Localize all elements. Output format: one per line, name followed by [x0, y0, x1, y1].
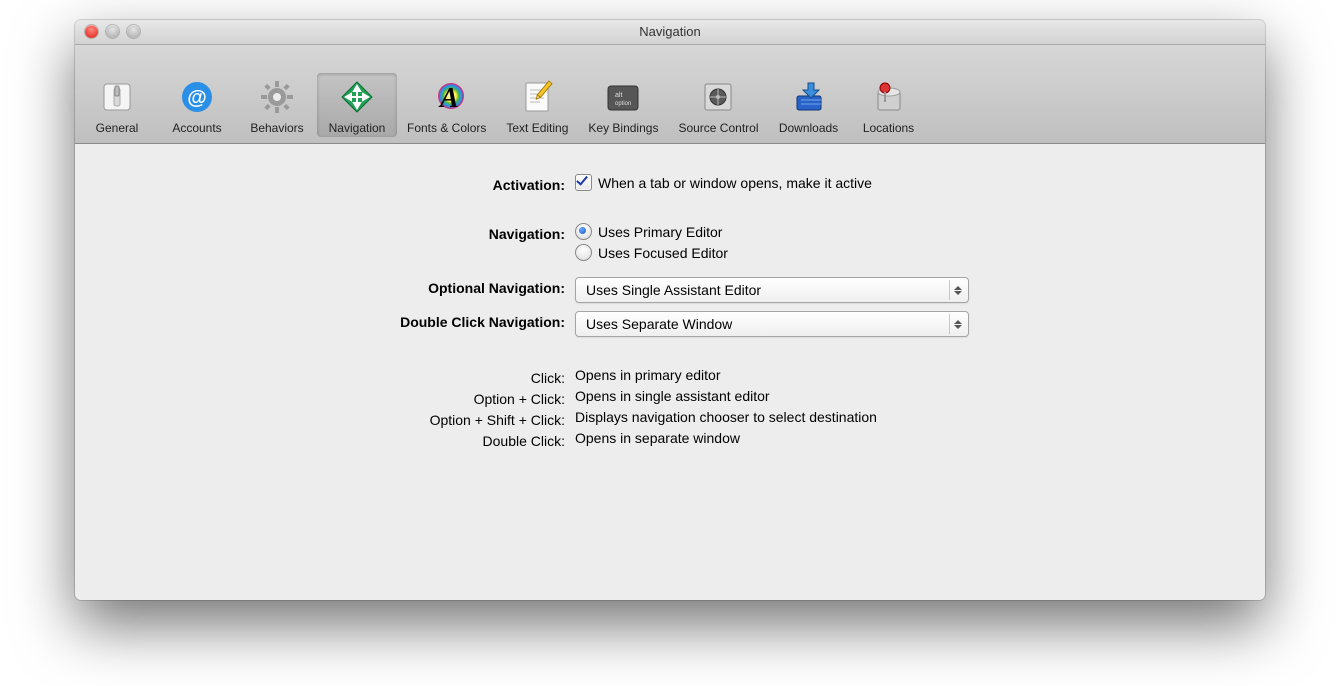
preferences-window: Navigation General @ Accounts	[75, 20, 1265, 600]
radio-uses-focused-editor[interactable]: Uses Focused Editor	[575, 244, 1225, 261]
tab-accounts[interactable]: @ Accounts	[157, 73, 237, 137]
tab-locations[interactable]: Locations	[849, 73, 929, 137]
row-activation: Activation: When a tab or window opens, …	[115, 174, 1225, 193]
radio-uses-primary-editor[interactable]: Uses Primary Editor	[575, 223, 1225, 240]
hint-row: Option + Click: Opens in single assistan…	[115, 388, 1225, 407]
radio-icon	[575, 244, 592, 261]
window-title: Navigation	[639, 24, 700, 39]
hints-section: Click: Opens in primary editor Option + …	[115, 367, 1225, 449]
titlebar: Navigation	[75, 20, 1265, 45]
tab-navigation[interactable]: Navigation	[317, 73, 397, 137]
tab-label: General	[96, 121, 139, 135]
close-button[interactable]	[85, 25, 98, 38]
stepper-arrows-icon	[949, 314, 966, 334]
tab-label: Source Control	[678, 121, 758, 135]
double-click-navigation-popup[interactable]: Uses Separate Window	[575, 311, 969, 337]
svg-text:A: A	[438, 83, 459, 114]
tab-source-control[interactable]: Source Control	[668, 73, 768, 137]
radio-label: Uses Primary Editor	[598, 224, 722, 240]
hint-label: Click:	[115, 367, 575, 386]
text-editing-icon	[519, 79, 555, 115]
content-pane: Activation: When a tab or window opens, …	[75, 144, 1265, 481]
svg-text:option: option	[615, 101, 631, 107]
tab-fonts-colors[interactable]: A Fonts & Colors	[397, 73, 496, 137]
tab-label: Behaviors	[250, 121, 303, 135]
zoom-button[interactable]	[127, 25, 140, 38]
tab-text-editing[interactable]: Text Editing	[496, 73, 578, 137]
switch-icon	[99, 79, 135, 115]
tab-label: Downloads	[779, 121, 838, 135]
tab-label: Navigation	[329, 121, 386, 135]
at-icon: @	[179, 79, 215, 115]
row-optional-navigation: Optional Navigation: Uses Single Assista…	[115, 277, 1225, 303]
gear-icon	[259, 79, 295, 115]
activation-checkbox[interactable]: When a tab or window opens, make it acti…	[575, 174, 1225, 191]
hint-row: Double Click: Opens in separate window	[115, 430, 1225, 449]
checkbox-label: When a tab or window opens, make it acti…	[598, 175, 872, 191]
activation-label: Activation:	[115, 174, 575, 193]
fonts-colors-icon: A	[429, 79, 465, 115]
checkbox-icon	[575, 174, 592, 191]
navigation-icon	[339, 79, 375, 115]
optional-navigation-popup[interactable]: Uses Single Assistant Editor	[575, 277, 969, 303]
preferences-toolbar: General @ Accounts	[75, 45, 1265, 144]
tab-downloads[interactable]: Downloads	[769, 73, 849, 137]
svg-text:@: @	[187, 87, 207, 109]
tab-behaviors[interactable]: Behaviors	[237, 73, 317, 137]
tab-label: Text Editing	[506, 121, 568, 135]
vault-icon	[700, 79, 736, 115]
row-navigation: Navigation: Uses Primary Editor Uses Foc…	[115, 223, 1225, 261]
hint-label: Option + Click:	[115, 388, 575, 407]
navigation-label: Navigation:	[115, 223, 575, 242]
minimize-button[interactable]	[106, 25, 119, 38]
radio-icon	[575, 223, 592, 240]
window-controls	[85, 25, 140, 38]
hint-label: Option + Shift + Click:	[115, 409, 575, 428]
tab-label: Fonts & Colors	[407, 121, 486, 135]
double-click-navigation-label: Double Click Navigation:	[115, 311, 575, 330]
row-double-click-navigation: Double Click Navigation: Uses Separate W…	[115, 311, 1225, 337]
hint-row: Click: Opens in primary editor	[115, 367, 1225, 386]
hint-value: Opens in separate window	[575, 430, 1225, 446]
stepper-arrows-icon	[949, 280, 966, 300]
hint-row: Option + Shift + Click: Displays navigat…	[115, 409, 1225, 428]
hint-value: Displays navigation chooser to select de…	[575, 409, 1225, 425]
tab-key-bindings[interactable]: alt option Key Bindings	[578, 73, 668, 137]
radio-label: Uses Focused Editor	[598, 245, 728, 261]
hint-label: Double Click:	[115, 430, 575, 449]
key-bindings-icon: alt option	[605, 79, 641, 115]
popup-value: Uses Separate Window	[586, 316, 732, 332]
tab-general[interactable]: General	[77, 73, 157, 137]
disk-pin-icon	[871, 79, 907, 115]
hint-value: Opens in single assistant editor	[575, 388, 1225, 404]
download-icon	[791, 79, 827, 115]
hint-value: Opens in primary editor	[575, 367, 1225, 383]
tab-label: Key Bindings	[588, 121, 658, 135]
tab-label: Locations	[863, 121, 914, 135]
tab-label: Accounts	[172, 121, 221, 135]
optional-navigation-label: Optional Navigation:	[115, 277, 575, 296]
svg-text:alt: alt	[615, 92, 622, 99]
popup-value: Uses Single Assistant Editor	[586, 282, 761, 298]
